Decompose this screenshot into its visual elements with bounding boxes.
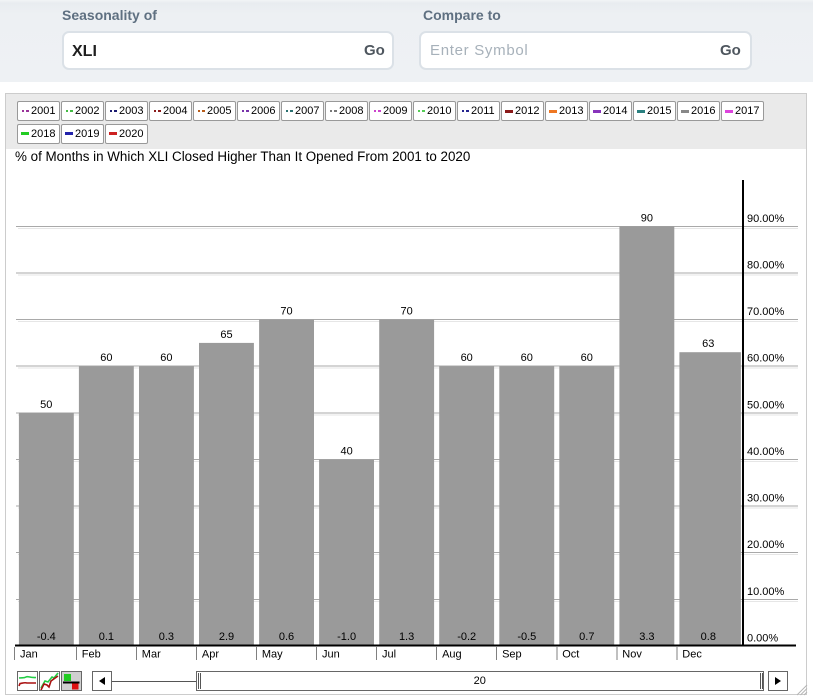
svg-text:Apr: Apr <box>202 649 219 661</box>
svg-text:60.00%: 60.00% <box>747 353 785 365</box>
svg-text:20.00%: 20.00% <box>747 539 785 551</box>
svg-text:Jun: Jun <box>322 649 340 661</box>
svg-text:40.00%: 40.00% <box>747 446 785 458</box>
svg-text:63: 63 <box>702 338 714 350</box>
svg-text:60: 60 <box>581 352 593 364</box>
svg-text:90.00%: 90.00% <box>747 213 785 225</box>
svg-text:Feb: Feb <box>82 649 101 661</box>
svg-text:0.3: 0.3 <box>159 631 174 643</box>
svg-text:50.00%: 50.00% <box>747 399 785 411</box>
svg-text:Aug: Aug <box>442 649 462 661</box>
svg-text:Nov: Nov <box>622 649 642 661</box>
svg-text:60: 60 <box>521 352 533 364</box>
svg-text:70.00%: 70.00% <box>747 306 785 318</box>
svg-text:-0.4: -0.4 <box>37 631 56 643</box>
svg-text:2.9: 2.9 <box>219 631 234 643</box>
svg-text:50: 50 <box>40 399 52 411</box>
svg-text:90: 90 <box>641 212 653 224</box>
svg-text:60: 60 <box>160 352 172 364</box>
svg-text:30.00%: 30.00% <box>747 493 785 505</box>
svg-text:-0.5: -0.5 <box>517 631 536 643</box>
svg-text:0.1: 0.1 <box>99 631 114 643</box>
svg-text:Dec: Dec <box>682 649 702 661</box>
svg-text:May: May <box>262 649 283 661</box>
svg-text:Sep: Sep <box>502 649 522 661</box>
svg-text:0.00%: 0.00% <box>747 633 778 645</box>
svg-text:10.00%: 10.00% <box>747 586 785 598</box>
svg-text:-1.0: -1.0 <box>337 631 356 643</box>
svg-text:Mar: Mar <box>142 649 161 661</box>
svg-text:3.3: 3.3 <box>639 631 654 643</box>
svg-text:60: 60 <box>461 352 473 364</box>
svg-text:0.8: 0.8 <box>701 631 716 643</box>
svg-text:Jan: Jan <box>20 649 38 661</box>
svg-text:70: 70 <box>280 306 292 318</box>
svg-text:0.6: 0.6 <box>279 631 294 643</box>
svg-text:70: 70 <box>400 306 412 318</box>
svg-text:Oct: Oct <box>562 649 579 661</box>
svg-text:40: 40 <box>340 446 352 458</box>
svg-text:65: 65 <box>220 329 232 341</box>
svg-text:60: 60 <box>100 352 112 364</box>
svg-text:-0.2: -0.2 <box>457 631 476 643</box>
svg-text:80.00%: 80.00% <box>747 260 785 272</box>
svg-text:0.7: 0.7 <box>579 631 594 643</box>
svg-text:Jul: Jul <box>382 649 396 661</box>
svg-text:1.3: 1.3 <box>399 631 414 643</box>
